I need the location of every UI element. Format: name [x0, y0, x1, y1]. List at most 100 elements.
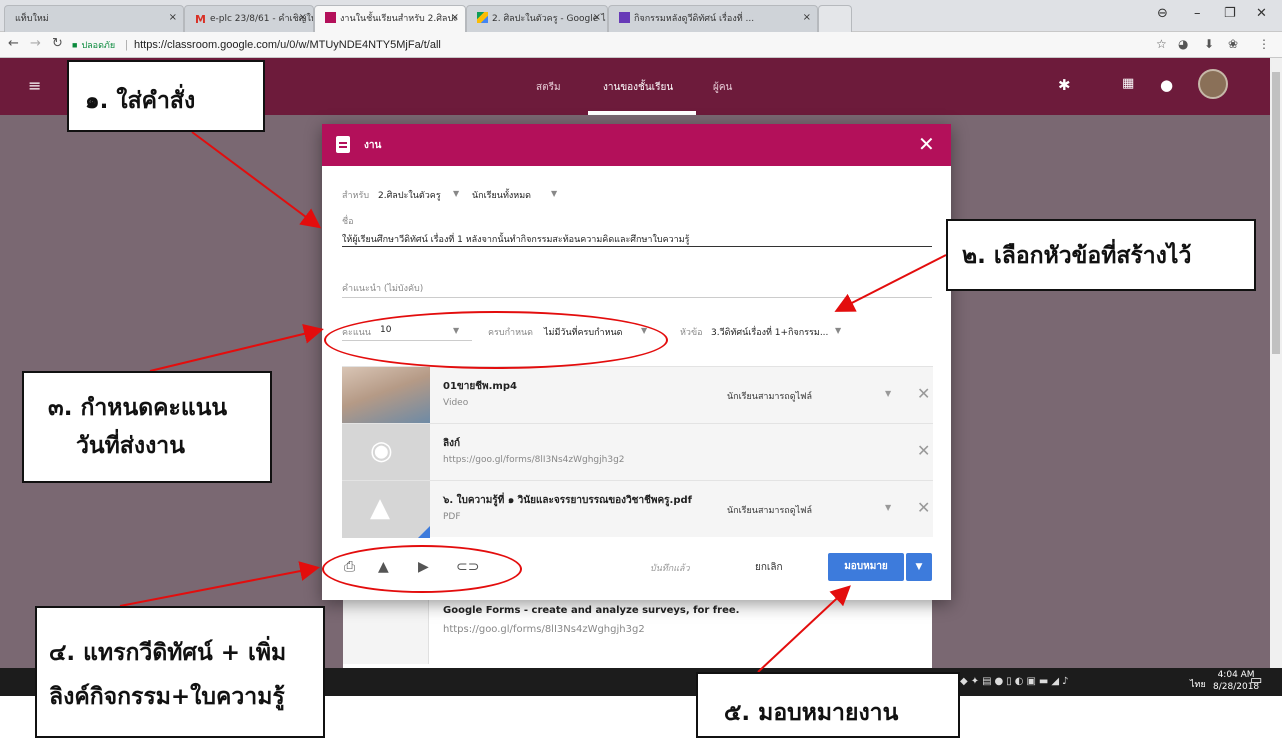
- url-field[interactable]: ■ ปลอดภัย | https://classroom.google.com/u/…: [72, 38, 441, 52]
- address-bar: ← → ↻ ■ ปลอดภัย | https://classroom.google.…: [0, 32, 1282, 58]
- callout-5: ๕. มอบหมายงาน: [696, 672, 960, 738]
- saved-status: บันทึกแล้ว: [650, 564, 690, 574]
- scrollbar-thumb[interactable]: [1272, 72, 1280, 354]
- account-circle-icon[interactable]: ●: [1160, 76, 1173, 94]
- tab-label: แท็บใหม่: [15, 14, 49, 24]
- permission-select[interactable]: นักเรียนสามารถดูไฟล์: [727, 503, 812, 517]
- maximize-icon[interactable]: ❐: [1224, 6, 1236, 21]
- browser-tab[interactable]: แท็บใหม่ ×: [4, 5, 184, 32]
- drive-icon: ▲: [370, 493, 390, 523]
- browser-tab[interactable]: 2. ศิลปะในตัวครู - Google ไ ×: [466, 5, 608, 32]
- permission-select[interactable]: นักเรียนสามารถดูไฟล์: [727, 389, 812, 403]
- cancel-button[interactable]: ยกเลิก: [755, 560, 783, 575]
- title-label: ชื่อ: [342, 217, 354, 227]
- gmail-icon: M: [195, 13, 206, 26]
- security-label: ปลอดภัย: [81, 40, 116, 50]
- browser-tab-bar: แท็บใหม่ × Me-plc 23/8/61 - คำเชิญให้เ ×…: [0, 0, 1282, 32]
- account-icon[interactable]: ⊖: [1157, 6, 1168, 21]
- browser-tab-active[interactable]: งานในชั้นเรียนสำหรับ 2.ศิลปะ ×: [314, 5, 466, 32]
- attachment-type: Video: [443, 398, 469, 408]
- remove-attachment-icon[interactable]: ✕: [917, 441, 930, 460]
- attachment-link[interactable]: ◉ ลิงก์ https://goo.gl/forms/8lI3Ns4zWgh…: [342, 423, 933, 481]
- back-icon[interactable]: ←: [8, 36, 19, 51]
- callout-1: ๑. ใส่คำสั่ง: [67, 60, 265, 132]
- for-label: สำหรับ: [342, 191, 370, 201]
- menu-icon[interactable]: ⋮: [1258, 37, 1270, 51]
- chevron-down-icon: ▼: [551, 189, 558, 198]
- forms-icon: [619, 12, 630, 23]
- callout-3-line2: วันที่ส่งงาน: [76, 433, 185, 459]
- assign-dropdown-button[interactable]: ▼: [906, 553, 932, 581]
- minimize-icon[interactable]: –: [1194, 6, 1201, 21]
- link-thumbnail: ◉: [342, 424, 430, 481]
- callout-5-text: ๕. มอบหมายงาน: [724, 700, 899, 726]
- extension-icon[interactable]: ◕: [1178, 37, 1188, 51]
- extension-icon[interactable]: ❀: [1228, 37, 1238, 51]
- tab-classwork[interactable]: งานของชั้นเรียน: [603, 80, 673, 95]
- browser-tab[interactable]: กิจกรรมหลังดูวีดิทัศน์ เรื่องที่ ... ×: [608, 5, 818, 32]
- remove-attachment-icon[interactable]: ✕: [917, 498, 930, 517]
- reload-icon[interactable]: ↻: [52, 36, 63, 51]
- background-item-title: Google Forms - create and analyze survey…: [443, 605, 740, 616]
- attachment-url: https://goo.gl/forms/8lI3Ns4zWghgjh3g2: [443, 455, 625, 465]
- chevron-down-icon: ▼: [453, 189, 460, 198]
- tab-stream[interactable]: สตรีม: [536, 80, 561, 95]
- language-indicator[interactable]: ไทย: [1190, 677, 1206, 691]
- avatar[interactable]: [1198, 69, 1228, 99]
- dialog-header: งาน ✕: [322, 124, 951, 166]
- instructions-underline: [342, 297, 932, 298]
- callout-4-line2: ลิงค์กิจกรรม+ใบความรู้: [49, 684, 285, 710]
- url-text: https://classroom.google.com/u/0/w/MTUyN…: [133, 39, 441, 51]
- star-icon[interactable]: ☆: [1156, 37, 1167, 51]
- attachment-name: 01ขายชีพ.mp4: [443, 381, 517, 392]
- callout-3: ๓. กำหนดคะแนน วันที่ส่งงาน: [22, 371, 272, 483]
- attachment-name: ๖. ใบความรู้ที่ ๑ วินัยและจรรยาบรรณของวิ…: [443, 495, 692, 506]
- remove-attachment-icon[interactable]: ✕: [917, 384, 930, 403]
- callout-4: ๔. แทรกวีดิทัศน์ + เพิ่ม ลิงค์กิจกรรม+ใบ…: [35, 606, 325, 738]
- attachment-video[interactable]: 01ขายชีพ.mp4 Video นักเรียนสามารถดูไฟล์ …: [342, 366, 933, 424]
- tab-label: กิจกรรมหลังดูวีดิทัศน์ เรื่องที่ ...: [634, 14, 755, 24]
- file-corner: [418, 526, 430, 538]
- chevron-down-icon[interactable]: ▼: [885, 503, 891, 512]
- callout-4-line1: ๔. แทรกวีดิทัศน์ + เพิ่ม: [49, 640, 287, 666]
- chevron-down-icon[interactable]: ▼: [885, 389, 891, 398]
- title-underline: [342, 246, 932, 247]
- callout-2-text: ๒. เลือกหัวข้อที่สร้างไว้: [962, 243, 1192, 269]
- topic-select[interactable]: 3.วีดิทัศน์เรื่องที่ 1+กิจกรรม...: [711, 325, 828, 339]
- tab-close-icon[interactable]: ×: [803, 12, 811, 23]
- attachment-name: ลิงก์: [443, 438, 461, 449]
- tab-close-icon[interactable]: ×: [169, 12, 177, 23]
- tab-label: 2. ศิลปะในตัวครู - Google ไ: [492, 14, 606, 24]
- tab-close-icon[interactable]: ×: [299, 12, 307, 23]
- annotation-oval-attach-tools: [322, 545, 522, 593]
- students-select[interactable]: นักเรียนทั้งหมด: [472, 188, 531, 202]
- instructions-input[interactable]: คำแนะนำ (ไม่บังคับ): [342, 281, 423, 295]
- tab-close-icon[interactable]: ×: [451, 12, 459, 23]
- window-close-icon[interactable]: ✕: [1256, 6, 1267, 21]
- tab-people[interactable]: ผู้คน: [713, 80, 732, 95]
- tab-label: งานในชั้นเรียนสำหรับ 2.ศิลปะ: [340, 14, 458, 24]
- video-thumbnail: [342, 367, 430, 424]
- apps-grid-icon[interactable]: ▦: [1122, 76, 1134, 91]
- globe-icon: ◉: [370, 436, 393, 466]
- class-select[interactable]: 2.ศิลปะในตัวครู: [378, 188, 441, 202]
- browser-tab[interactable]: Me-plc 23/8/61 - คำเชิญให้เ ×: [184, 5, 314, 32]
- drive-icon: [477, 12, 488, 23]
- tab-close-icon[interactable]: ×: [593, 12, 601, 23]
- attachment-type: PDF: [443, 512, 461, 522]
- notification-icon[interactable]: ▭: [1250, 673, 1262, 688]
- attachment-pdf[interactable]: ▲ ๖. ใบความรู้ที่ ๑ วินัยและจรรยาบรรณของ…: [342, 480, 933, 538]
- system-tray-icons[interactable]: ◆✦▤●▯◐▣▬◢♪: [960, 676, 1071, 687]
- topic-label: หัวข้อ: [680, 328, 703, 338]
- classroom-icon: [325, 12, 336, 23]
- new-tab-button[interactable]: [818, 5, 852, 32]
- title-input[interactable]: ให้ผู้เรียนศึกษาวีดิทัศน์ เรื่องที่ 1 หล…: [342, 232, 689, 246]
- close-icon[interactable]: ✕: [918, 132, 935, 156]
- annotation-oval-points-due: [324, 311, 668, 369]
- download-icon[interactable]: ⬇: [1204, 37, 1214, 51]
- background-thumbnail: [343, 600, 429, 664]
- hamburger-menu-icon[interactable]: ≡: [28, 76, 41, 95]
- gear-icon[interactable]: ✱: [1058, 76, 1071, 94]
- forward-icon[interactable]: →: [30, 36, 41, 51]
- assign-button[interactable]: มอบหมาย: [828, 553, 904, 581]
